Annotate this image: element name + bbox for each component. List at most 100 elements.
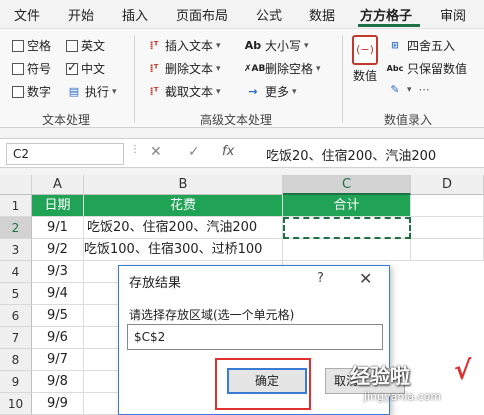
numeric-button[interactable]: (−) 数值 <box>352 35 378 84</box>
close-icon[interactable]: ✕ <box>359 269 372 288</box>
cell-a4[interactable]: 9/3 <box>32 261 84 283</box>
active-tab-indicator <box>358 24 420 27</box>
keep-value-label: 只保留数值 <box>407 62 468 76</box>
execute-button[interactable]: ▤ 执行 ▾ <box>66 83 117 100</box>
cell-b1[interactable]: 花费 <box>84 195 283 217</box>
chevron-down-icon: ▾ <box>304 40 309 51</box>
row-header-4[interactable]: 4 <box>0 261 32 283</box>
keep-value-button[interactable]: Abc 只保留数值 <box>386 60 467 77</box>
row-header-5[interactable]: 5 <box>0 283 32 305</box>
fx-icon[interactable]: fx <box>222 144 234 159</box>
cell-c1[interactable]: 合计 <box>283 195 411 217</box>
watermark: 经验啦 √ jingyanla.com <box>350 356 482 415</box>
col-header-d[interactable]: D <box>411 175 484 195</box>
check-icon: √ <box>454 356 472 386</box>
ok-button[interactable]: 确定 <box>227 368 307 394</box>
row-header-7[interactable]: 7 <box>0 327 32 349</box>
cell-c3[interactable] <box>283 239 411 261</box>
option-english[interactable]: 英文 <box>66 37 105 54</box>
cell-d1[interactable] <box>411 195 484 217</box>
round-icon: ⊞ <box>391 40 399 51</box>
tab-insert[interactable]: 插入 <box>122 5 148 24</box>
tab-home[interactable]: 开始 <box>68 5 94 24</box>
cell-d-empty[interactable] <box>411 239 484 261</box>
row-header-3[interactable]: 3 <box>0 239 32 261</box>
confirm-icon[interactable]: ✓ <box>188 144 200 160</box>
chinese-checkbox[interactable] <box>66 60 78 75</box>
cell-a8[interactable]: 9/7 <box>32 349 84 371</box>
english-checkbox[interactable] <box>66 39 78 52</box>
cancel-icon[interactable]: ✕ <box>150 144 162 160</box>
tab-fangfang[interactable]: 方方格子 <box>360 5 412 24</box>
formula-content[interactable]: 吃饭20、住宿200、汽油200 <box>266 145 436 164</box>
cell-a2[interactable]: 9/1 <box>32 217 84 239</box>
round-label: 四舍五入 <box>407 39 456 53</box>
group-label-adv-text: 高级文本处理 <box>200 113 273 127</box>
more-numeric-button[interactable]: ✎ ▾ ⋯ <box>386 83 430 96</box>
watermark-text: 经验啦 <box>350 364 410 388</box>
group-label-text-proc: 文本处理 <box>42 113 91 127</box>
numeric-label: 数值 <box>352 69 377 83</box>
row-header-6[interactable]: 6 <box>0 305 32 327</box>
dialog-prompt: 请选择存放区域(选一个单元格) <box>129 308 295 322</box>
group-separator <box>342 35 343 123</box>
row-header-8[interactable]: 8 <box>0 349 32 371</box>
row-header-10[interactable]: 10 <box>0 393 32 415</box>
col-header-b[interactable]: B <box>84 175 283 195</box>
tab-data[interactable]: 数据 <box>309 5 335 24</box>
round-button[interactable]: ⊞ 四舍五入 <box>386 37 455 54</box>
tab-review[interactable]: 审阅 <box>440 5 466 24</box>
chevron-down-icon: ▾ <box>216 40 221 51</box>
tab-file[interactable]: 文件 <box>14 5 40 24</box>
cell-a10[interactable]: 9/9 <box>32 393 84 415</box>
help-icon[interactable]: ? <box>317 271 324 286</box>
dots-icon: ⋯ <box>418 83 430 96</box>
row-header-9[interactable]: 9 <box>0 371 32 393</box>
option-symbol[interactable]: 符号 <box>12 60 51 77</box>
cell-a3[interactable]: 9/2 <box>32 239 84 261</box>
row-header-1[interactable]: 1 <box>0 195 32 217</box>
chevron-down-icon: ▾ <box>316 63 321 74</box>
cell-a7[interactable]: 9/6 <box>32 327 84 349</box>
cell-a1[interactable]: 日期 <box>32 195 84 217</box>
chevron-down-icon: ▾ <box>112 86 117 97</box>
delete-text-label: 删除文本 <box>165 62 214 76</box>
symbol-checkbox[interactable] <box>12 62 24 75</box>
execute-icon: ▤ <box>68 85 80 98</box>
cell-b3[interactable]: 吃饭100、住宿300、过桥100 <box>84 239 283 261</box>
resize-handle-icon[interactable]: ⋮ <box>130 144 140 155</box>
chevron-down-icon: ▾ <box>407 84 412 95</box>
tab-formulas[interactable]: 公式 <box>256 5 282 24</box>
option-chinese[interactable]: 中文 <box>66 60 105 77</box>
cell-a6[interactable]: 9/5 <box>32 305 84 327</box>
space-checkbox[interactable] <box>12 39 24 52</box>
chevron-down-icon: ▾ <box>292 86 297 97</box>
number-checkbox[interactable] <box>12 85 24 98</box>
tab-page-layout[interactable]: 页面布局 <box>176 5 228 24</box>
cell-a5[interactable]: 9/4 <box>32 283 84 305</box>
row-header-2[interactable]: 2 <box>0 217 32 239</box>
name-box[interactable]: C2 <box>6 143 124 165</box>
more-button[interactable]: → 更多 ▾ <box>244 83 297 100</box>
cell-a9[interactable]: 9/8 <box>32 371 84 393</box>
cell-d2[interactable] <box>411 217 484 239</box>
delete-text-button[interactable]: ⁞ᵀ 删除文本 ▾ <box>146 60 221 77</box>
extract-text-button[interactable]: ⁞ᵀ 截取文本 ▾ <box>146 83 221 100</box>
col-header-c[interactable]: C <box>283 175 411 195</box>
insert-text-button[interactable]: ⁞ᵀ 插入文本 ▾ <box>146 37 221 54</box>
option-number-label: 数字 <box>27 85 52 99</box>
col-header-a[interactable]: A <box>32 175 84 195</box>
option-number[interactable]: 数字 <box>12 83 51 100</box>
chevron-down-icon: ▾ <box>216 63 221 74</box>
delete-space-button[interactable]: ✗AB 删除空格 ▾ <box>244 60 321 77</box>
option-space[interactable]: 空格 <box>12 37 51 54</box>
range-input[interactable]: $C$2 <box>127 324 383 350</box>
dialog-title-bar[interactable]: 存放结果 ? ✕ <box>119 266 389 294</box>
cell-b2[interactable]: 吃饭20、住宿200、汽油200 <box>84 217 283 239</box>
copy-marquee <box>283 217 411 239</box>
select-all-corner[interactable] <box>0 175 32 195</box>
case-button[interactable]: Ab 大小写 ▾ <box>244 37 309 54</box>
case-icon: Ab <box>244 39 262 52</box>
option-chinese-label: 中文 <box>81 62 106 76</box>
group-label-num-entry: 数值录入 <box>384 113 433 127</box>
